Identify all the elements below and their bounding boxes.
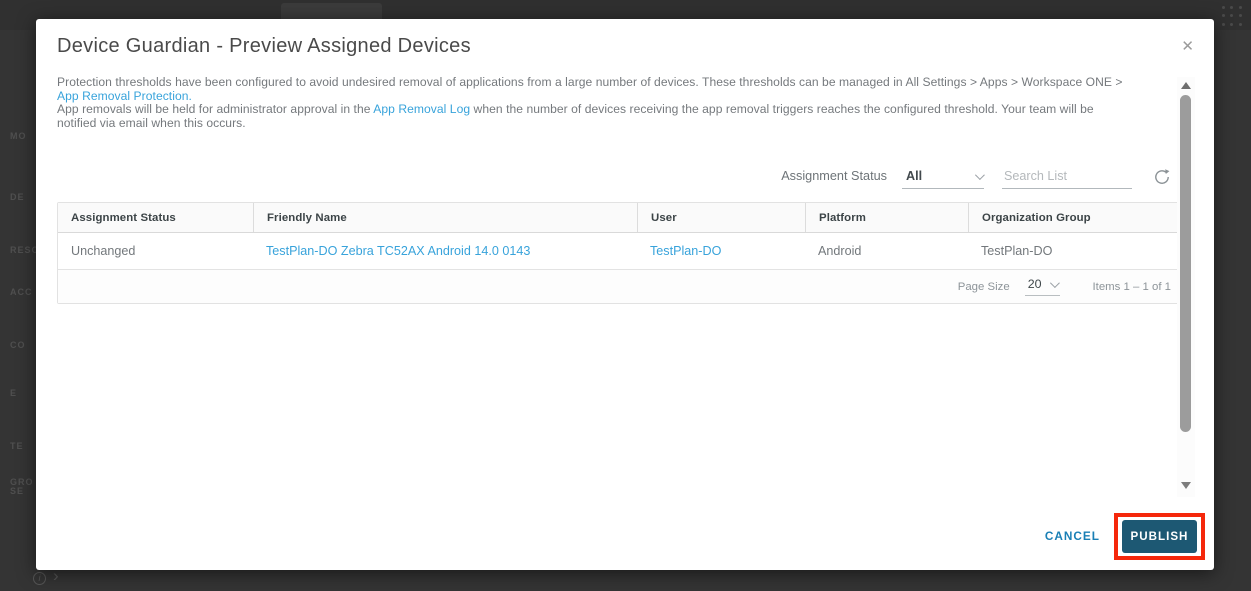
preview-assigned-devices-dialog: Device Guardian - Preview Assigned Devic… <box>36 19 1214 570</box>
description-line-1: Protection thresholds have been configur… <box>57 76 1123 90</box>
dropdown-selected-value: All <box>906 169 922 183</box>
device-friendly-name-link[interactable]: TestPlan-DO Zebra TC52AX Android 14.0 01… <box>266 244 530 258</box>
page-size-value: 20 <box>1028 277 1042 291</box>
cell-assignment-status: Unchanged <box>58 233 253 269</box>
scrollbar-thumb[interactable] <box>1180 95 1191 432</box>
annotation-highlight-box: PUBLISH <box>1114 513 1205 560</box>
close-icon[interactable]: ✕ <box>1181 39 1194 54</box>
sidebar-item-monitor: MO <box>10 131 27 141</box>
chevron-down-icon <box>975 170 985 180</box>
assignment-status-dropdown[interactable]: All <box>902 169 984 189</box>
refresh-icon[interactable] <box>1152 167 1172 187</box>
sidebar-item-telecom: TE <box>10 441 24 451</box>
devices-table: Assignment Status Friendly Name User Pla… <box>57 202 1182 304</box>
sidebar-item-accounts: ACC <box>10 287 33 297</box>
column-header-organization-group: Organization Group <box>968 203 1181 232</box>
items-count-label: Items 1 – 1 of 1 <box>1092 281 1171 293</box>
table-row: Unchanged TestPlan-DO Zebra TC52AX Andro… <box>58 233 1181 270</box>
sidebar-item-devices: DE <box>10 192 25 202</box>
user-link[interactable]: TestPlan-DO <box>650 244 721 258</box>
scroll-down-arrow-icon[interactable] <box>1181 482 1191 489</box>
page-size-dropdown[interactable]: 20 <box>1025 277 1061 296</box>
search-input[interactable] <box>1002 169 1132 189</box>
table-header-row: Assignment Status Friendly Name User Pla… <box>58 203 1181 233</box>
filter-bar: Assignment Status All <box>781 159 1172 189</box>
column-header-user: User <box>637 203 805 232</box>
column-header-platform: Platform <box>805 203 968 232</box>
column-header-friendly-name: Friendly Name <box>253 203 637 232</box>
chevron-down-icon <box>1050 278 1060 288</box>
cancel-button[interactable]: CANCEL <box>1045 529 1100 543</box>
cell-organization-group: TestPlan-DO <box>968 233 1181 269</box>
sidebar-item-email: E <box>10 388 17 398</box>
description-line-4: notified via email when this occurs. <box>57 117 1123 131</box>
table-footer: Page Size 20 Items 1 – 1 of 1 <box>58 270 1181 303</box>
app-removal-protection-link[interactable]: App Removal Protection. <box>57 89 192 103</box>
app-launcher-icon <box>1222 6 1243 27</box>
app-removal-log-link[interactable]: App Removal Log <box>373 102 470 116</box>
description-text: when the number of devices receiving the… <box>470 102 1094 116</box>
dialog-title: Device Guardian - Preview Assigned Devic… <box>57 35 471 58</box>
column-header-assignment-status: Assignment Status <box>58 203 253 232</box>
info-circle-icon: i <box>33 572 46 585</box>
description-text: App removals will be held for administra… <box>57 102 373 116</box>
page-size-label: Page Size <box>958 281 1010 293</box>
assignment-status-label: Assignment Status <box>781 169 887 189</box>
description-line-3: App removals will be held for administra… <box>57 103 1123 117</box>
sidebar-item-settings: SE <box>10 486 24 496</box>
scroll-up-arrow-icon[interactable] <box>1181 82 1191 89</box>
publish-button[interactable]: PUBLISH <box>1122 520 1197 553</box>
sidebar-item-content: CO <box>10 340 26 350</box>
dialog-description: Protection thresholds have been configur… <box>57 76 1123 130</box>
cell-platform: Android <box>805 233 968 269</box>
